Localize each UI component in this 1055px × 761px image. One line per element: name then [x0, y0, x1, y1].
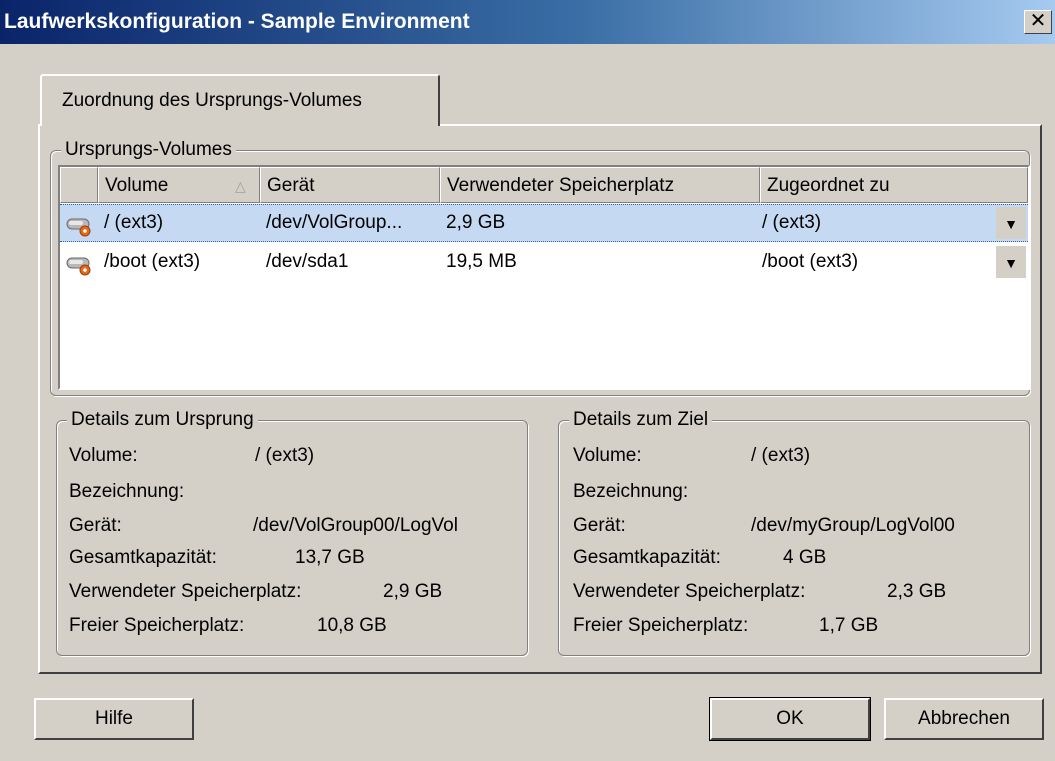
source-free-value: 10,8 GB	[317, 615, 387, 636]
chevron-down-icon: ▼	[1004, 216, 1018, 232]
target-details-group: Details zum Ziel Volume: / (ext3) Bezeic…	[558, 409, 1030, 656]
target-free-label: Freier Speicherplatz:	[573, 615, 749, 636]
source-device-label: Gerät:	[69, 515, 122, 536]
window-title: Laufwerkskonfiguration - Sample Environm…	[4, 10, 470, 33]
source-capacity-value: 13,7 GB	[295, 547, 365, 568]
column-header-used-label: Verwendeter Speicherplatz	[447, 175, 675, 196]
tab-volume-mapping[interactable]: Zuordnung des Ursprungs-Volumes	[40, 74, 440, 126]
target-used-value: 2,3 GB	[887, 581, 947, 602]
assigned-dropdown-button[interactable]: ▼	[996, 207, 1026, 239]
column-header-volume[interactable]: Volume △	[98, 167, 260, 203]
source-volume-value: / (ext3)	[255, 445, 315, 466]
source-details-title: Details zum Ursprung	[67, 409, 258, 431]
target-device-label: Gerät:	[573, 515, 626, 536]
column-header-volume-label: Volume	[105, 175, 169, 196]
assigned-dropdown-button[interactable]: ▼	[996, 246, 1026, 278]
target-capacity-label: Gesamtkapazität:	[573, 547, 721, 568]
target-name-label: Bezeichnung:	[573, 481, 689, 502]
source-capacity-label: Gesamtkapazität:	[69, 547, 217, 568]
table-row[interactable]: /boot (ext3) /dev/sda1 19,5 MB /boot (ex…	[60, 244, 1028, 282]
target-details-title: Details zum Ziel	[569, 409, 713, 431]
source-volume-label: Volume:	[69, 445, 138, 466]
volume-list[interactable]: Volume △ Gerät Verwendeter Speicherplatz…	[58, 165, 1030, 390]
source-device-value: /dev/VolGroup00/LogVol	[253, 515, 458, 536]
column-header-used[interactable]: Verwendeter Speicherplatz	[440, 167, 760, 203]
cell-used: 2,9 GB	[446, 212, 506, 233]
column-header-device[interactable]: Gerät	[260, 167, 440, 203]
source-name-label: Bezeichnung:	[69, 481, 185, 502]
chevron-down-icon: ▼	[1004, 255, 1018, 271]
help-button[interactable]: Hilfe	[34, 698, 194, 740]
cell-device: /dev/VolGroup...	[266, 212, 403, 233]
cell-volume: / (ext3)	[104, 212, 164, 233]
cell-assigned: /boot (ext3)	[762, 251, 859, 272]
target-device-value: /dev/myGroup/LogVol00	[751, 515, 955, 536]
table-row[interactable]: / (ext3) /dev/VolGroup... 2,9 GB / (ext3…	[60, 204, 1028, 242]
sort-ascending-icon: △	[235, 178, 246, 194]
column-header-device-label: Gerät	[267, 175, 315, 196]
cell-volume: /boot (ext3)	[104, 251, 201, 272]
source-free-label: Freier Speicherplatz:	[69, 615, 245, 636]
disk-icon	[66, 218, 91, 237]
target-capacity-value: 4 GB	[783, 547, 827, 568]
close-icon: ✕	[1029, 10, 1047, 32]
source-used-label: Verwendeter Speicherplatz:	[69, 581, 302, 602]
target-volume-value: / (ext3)	[751, 445, 811, 466]
column-header-assigned[interactable]: Zugeordnet zu	[760, 167, 1028, 203]
close-button[interactable]: ✕	[1024, 10, 1052, 34]
cell-assigned: / (ext3)	[762, 212, 822, 233]
disk-icon	[66, 257, 91, 276]
target-volume-label: Volume:	[573, 445, 642, 466]
column-header-icon[interactable]	[60, 167, 98, 203]
cancel-button[interactable]: Abbrechen	[884, 698, 1044, 740]
tab-label: Zuordnung des Ursprungs-Volumes	[62, 90, 362, 111]
cell-device: /dev/sda1	[266, 251, 349, 272]
ok-button[interactable]: OK	[709, 697, 871, 741]
source-volumes-title: Ursprungs-Volumes	[61, 139, 236, 161]
source-details-group: Details zum Ursprung Volume: / (ext3) Be…	[56, 409, 528, 656]
source-used-value: 2,9 GB	[383, 581, 443, 602]
target-used-label: Verwendeter Speicherplatz:	[573, 581, 806, 602]
target-free-value: 1,7 GB	[819, 615, 879, 636]
cell-used: 19,5 MB	[446, 251, 517, 272]
column-header-assigned-label: Zugeordnet zu	[767, 175, 890, 196]
